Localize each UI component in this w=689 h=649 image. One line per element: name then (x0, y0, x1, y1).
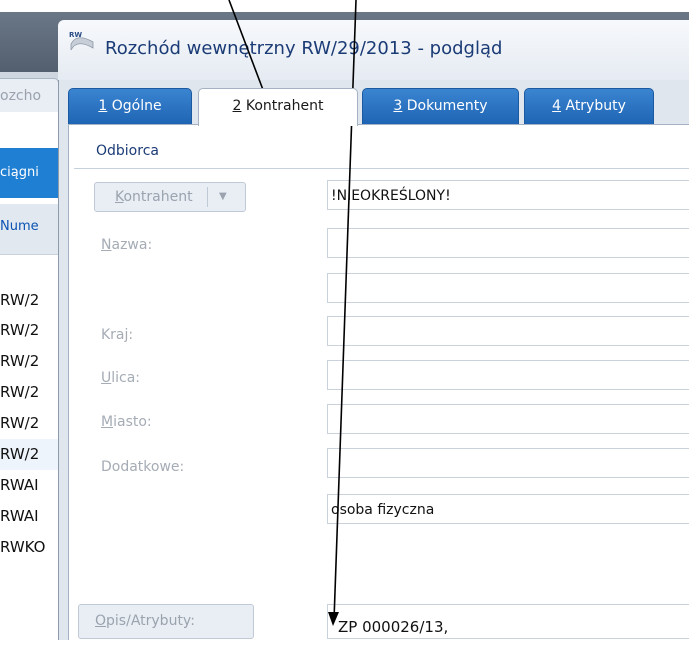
tab-hotkey: 1 (98, 98, 108, 114)
background-tab[interactable]: ozcho (0, 78, 59, 114)
nazwa-label-text: azwa: (111, 237, 153, 253)
svg-text:RW: RW (69, 31, 82, 39)
opis-button-text: pis/Atrybuty: (106, 613, 195, 629)
hotkey: U (101, 370, 112, 386)
tab-ogolne[interactable]: 1 Ogólne (68, 88, 192, 125)
dodatkowe-label: Dodatkowe: (101, 459, 185, 475)
background-list-row[interactable]: RW/2 (0, 285, 58, 316)
tab-hotkey: 4 (552, 98, 562, 114)
dodatkowe-field[interactable] (327, 448, 689, 478)
opis-field[interactable]: ZP 000026/13, (327, 604, 689, 639)
background-list-row[interactable]: RW/2 (0, 315, 58, 346)
nazwa-field[interactable] (327, 228, 689, 258)
background-list-row[interactable]: RW/2 (0, 346, 58, 377)
tab-dokumenty[interactable]: 3 Dokumenty (362, 88, 519, 125)
kontrahent-button-text: ontrahent (123, 189, 193, 205)
background-list-row[interactable]: RWKO (0, 532, 58, 563)
kontrahent-button-label: Kontrahent (115, 183, 193, 211)
background-list-row[interactable]: RW/2 (0, 377, 58, 408)
miasto-label: Miasto: (101, 414, 152, 430)
hotkey: O (95, 613, 107, 629)
hotkey: N (101, 237, 112, 253)
dialog-title: Rozchód wewnętrzny RW/29/2013 - podgląd (105, 38, 503, 59)
chevron-down-icon[interactable]: ▼ (219, 183, 227, 211)
tab-label: Dokumenty (402, 98, 488, 114)
kontrahent-button[interactable]: Kontrahent ▼ (94, 182, 246, 212)
tab-label: Atrybuty (561, 98, 626, 114)
background-list-row[interactable]: RWAI (0, 501, 58, 532)
background-list-row[interactable]: RW/2 (0, 408, 58, 439)
kraj-field[interactable] (327, 316, 689, 346)
opis-atrybuty-button[interactable]: Opis/Atrybuty: (78, 604, 254, 639)
kontrahent-code-field[interactable]: !NIEOKREŚLONY! (327, 180, 689, 210)
tab-kontrahent[interactable]: 2 Kontrahent (198, 88, 358, 126)
group-title-odbiorca: Odbiorca (96, 143, 159, 159)
background-list-row[interactable]: RW/2 (0, 439, 58, 470)
split-separator (207, 187, 208, 207)
tab-label: Kontrahent (241, 98, 324, 114)
miasto-label-text: iasto: (113, 414, 152, 430)
kraj-label: Kraj: (101, 327, 134, 343)
background-column-header[interactable]: Nume (0, 204, 58, 255)
background-list-row[interactable]: RWAI (0, 470, 58, 501)
miasto-field[interactable] (327, 404, 689, 434)
group-header (74, 133, 689, 169)
tab-atrybuty[interactable]: 4 Atrybuty (524, 88, 654, 125)
ulica-label-text: lica: (111, 370, 141, 386)
document-rw-icon: RW (69, 31, 94, 51)
hotkey: M (101, 414, 114, 430)
nazwa-label: Nazwa: (101, 237, 152, 253)
background-section-header: ciągni (0, 148, 58, 198)
top-strip (0, 0, 689, 12)
tab-label: Ogólne (107, 98, 162, 114)
entity-type-field[interactable]: osoba fizyczna (327, 494, 689, 524)
ulica-field[interactable] (327, 360, 689, 390)
tab-hotkey: 3 (393, 98, 403, 114)
ulica-label: Ulica: (101, 370, 140, 386)
nazwa-line2-field[interactable] (327, 273, 689, 303)
